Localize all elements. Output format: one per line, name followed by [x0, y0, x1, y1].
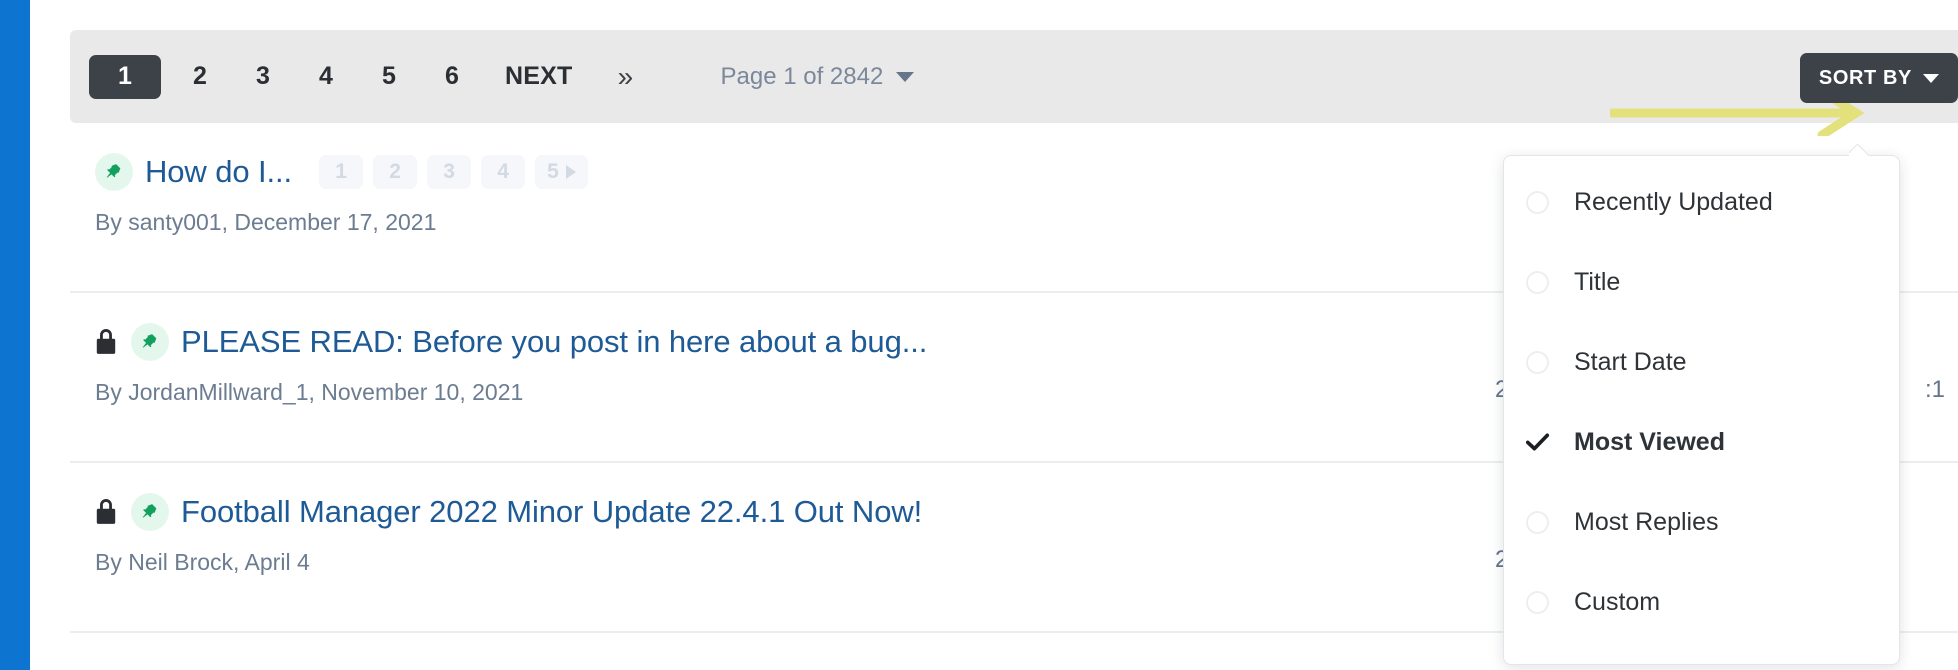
topic-byline: By santy001, December 17, 2021 [95, 209, 437, 235]
page-of-selector[interactable]: Page 1 of 2842 [720, 62, 915, 91]
pin-icon [131, 323, 169, 361]
topic-title-link[interactable]: Football Manager 2022 Minor Update 22.4.… [181, 494, 922, 530]
page-of-label: Page 1 of 2842 [720, 62, 884, 90]
sort-option-start-date[interactable]: Start Date [1504, 322, 1899, 402]
pin-icon [95, 153, 133, 191]
topic-title-line: How do I... 1 2 3 4 5 [95, 153, 598, 191]
topic-title-link[interactable]: PLEASE READ: Before you post in here abo… [181, 324, 927, 360]
lock-icon [96, 499, 116, 524]
radio-icon [1526, 190, 1549, 214]
topic-title-line: PLEASE READ: Before you post in here abo… [95, 323, 927, 361]
radio-icon [1526, 590, 1549, 614]
sort-by-button[interactable]: SORT BY [1799, 53, 1958, 103]
last-page-chevrons-icon[interactable]: » [601, 55, 649, 99]
mini-page-3[interactable]: 3 [427, 155, 472, 189]
mini-page-4[interactable]: 4 [481, 155, 526, 189]
sort-option-most-replies[interactable]: Most Replies [1504, 482, 1899, 562]
topic-view-count: :1 [1925, 376, 1946, 403]
radio-icon [1526, 270, 1549, 294]
radio-icon [1526, 350, 1549, 374]
mini-page-1[interactable]: 1 [319, 155, 364, 189]
topic-byline: By JordanMillward_1, November 10, 2021 [95, 379, 524, 405]
sort-option-custom[interactable]: Custom [1504, 562, 1899, 642]
page-button-4[interactable]: 4 [302, 55, 350, 99]
sort-option-label: Recently Updated [1574, 187, 1773, 216]
mini-page-2[interactable]: 2 [373, 155, 418, 189]
next-page-button[interactable]: NEXT [491, 55, 586, 99]
page-button-2[interactable]: 2 [176, 55, 224, 99]
forum-topic-list-screen: 1 2 3 4 5 6 NEXT » Page 1 of 2842 SORT B… [0, 0, 1958, 670]
page-button-5[interactable]: 5 [365, 55, 413, 99]
sort-by-label: SORT BY [1818, 66, 1912, 89]
sort-option-label: Custom [1574, 587, 1661, 616]
sort-option-most-viewed[interactable]: Most Viewed [1504, 402, 1899, 482]
sort-option-recently-updated[interactable]: Recently Updated [1504, 162, 1899, 242]
dropdown-notch-icon [1849, 144, 1871, 156]
sort-option-label: Title [1574, 267, 1621, 296]
chevron-down-icon [896, 71, 915, 82]
checkmark-icon [1526, 432, 1549, 452]
lock-icon [96, 329, 116, 354]
page-button-1[interactable]: 1 [89, 54, 161, 99]
radio-icon [1526, 510, 1549, 534]
topic-byline: By Neil Brock, April 4 [95, 549, 310, 575]
page-button-6[interactable]: 6 [428, 55, 476, 99]
mini-page-5-last[interactable]: 5 [535, 155, 588, 189]
topic-title-link[interactable]: How do I... [145, 154, 292, 190]
page-button-3[interactable]: 3 [239, 55, 287, 99]
play-triangle-icon [565, 165, 576, 179]
sort-by-dropdown-menu: Recently Updated Title Start Date Most V… [1503, 155, 1900, 665]
pin-icon [131, 493, 169, 531]
pagination-page-links: 1 2 3 4 5 6 NEXT » [89, 54, 664, 99]
pagination-bar: 1 2 3 4 5 6 NEXT » Page 1 of 2842 SORT B… [70, 30, 1958, 136]
topic-mini-pagination: 1 2 3 4 5 [319, 155, 598, 189]
chevron-down-icon [1923, 73, 1939, 83]
topic-title-line: Football Manager 2022 Minor Update 22.4.… [95, 493, 922, 531]
sort-option-title[interactable]: Title [1504, 242, 1899, 322]
left-blue-rail [0, 0, 30, 670]
mini-page-5-label: 5 [547, 160, 559, 183]
sort-option-label: Start Date [1574, 347, 1687, 376]
sort-option-label: Most Replies [1574, 507, 1719, 536]
sort-option-label: Most Viewed [1574, 427, 1725, 456]
